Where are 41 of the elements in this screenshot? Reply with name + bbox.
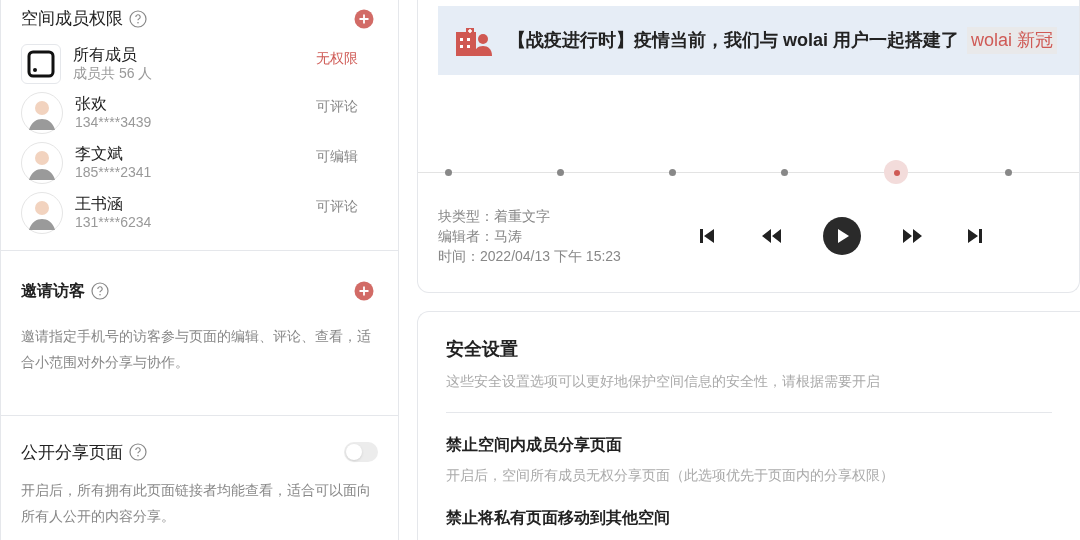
- rewind-icon[interactable]: [760, 228, 782, 244]
- member-name: 所有成员: [73, 44, 138, 65]
- section-title: 公开分享页面: [21, 441, 123, 464]
- avatar-icon: [21, 91, 63, 134]
- add-icon[interactable]: [354, 8, 374, 29]
- banner-link[interactable]: wolai 新冠: [967, 27, 1058, 54]
- fast-forward-icon[interactable]: [902, 228, 924, 244]
- toggle-switch[interactable]: [344, 442, 378, 463]
- section-title: 空间成员权限: [21, 8, 123, 30]
- help-icon[interactable]: [129, 9, 147, 28]
- option-title: 禁止将私有页面移动到其他空间: [446, 508, 671, 528]
- permission-label[interactable]: 可编辑: [316, 145, 378, 167]
- option-description: 开启后，空间所有成员无权分享页面（此选项优先于页面内的分享权限）: [446, 466, 895, 485]
- section-title: 邀请访客: [21, 280, 85, 301]
- member-info: 185****2341: [75, 163, 153, 182]
- avatar-icon: [21, 141, 63, 184]
- member-name: 王书涵: [75, 193, 124, 214]
- permission-label[interactable]: 可评论: [316, 195, 378, 217]
- section-description: 邀请指定手机号的访客参与页面的编辑、评论、查看，适合小范围对外分享与协作。: [21, 326, 372, 372]
- member-info: 131****6234: [75, 213, 153, 232]
- permission-label[interactable]: 可评论: [316, 95, 378, 117]
- member-name: 李文斌: [75, 143, 124, 164]
- section-description: 开启后，所有拥有此页面链接者均能查看，适合可以面向所有人公开的内容分享。: [21, 481, 372, 526]
- section-subtitle: 这些安全设置选项可以更好地保护空间信息的安全性，请根据需要开启: [446, 372, 881, 391]
- member-name: 张欢: [75, 93, 108, 114]
- add-icon[interactable]: [354, 280, 374, 301]
- hospital-icon: [454, 25, 492, 56]
- banner-text: 【战疫进行时】疫情当前，我们与 wolai 用户一起搭建了: [508, 29, 959, 52]
- avatar-icon: [21, 191, 63, 234]
- section-title: 安全设置: [446, 338, 519, 361]
- option-title: 禁止空间内成员分享页面: [446, 435, 623, 455]
- block-info: 编辑者：马涛: [438, 227, 523, 246]
- block-info: 时间：2022/04/13 下午 15:23: [438, 247, 622, 266]
- block-info: 块类型：着重文字: [438, 207, 551, 226]
- play-button[interactable]: [822, 216, 862, 256]
- permission-label[interactable]: 无权限: [316, 47, 378, 69]
- member-info: 成员共 56 人: [73, 64, 154, 83]
- help-icon[interactable]: [91, 281, 109, 300]
- member-info: 134****3439: [75, 113, 153, 132]
- group-icon: [21, 43, 61, 84]
- help-icon[interactable]: [129, 443, 147, 462]
